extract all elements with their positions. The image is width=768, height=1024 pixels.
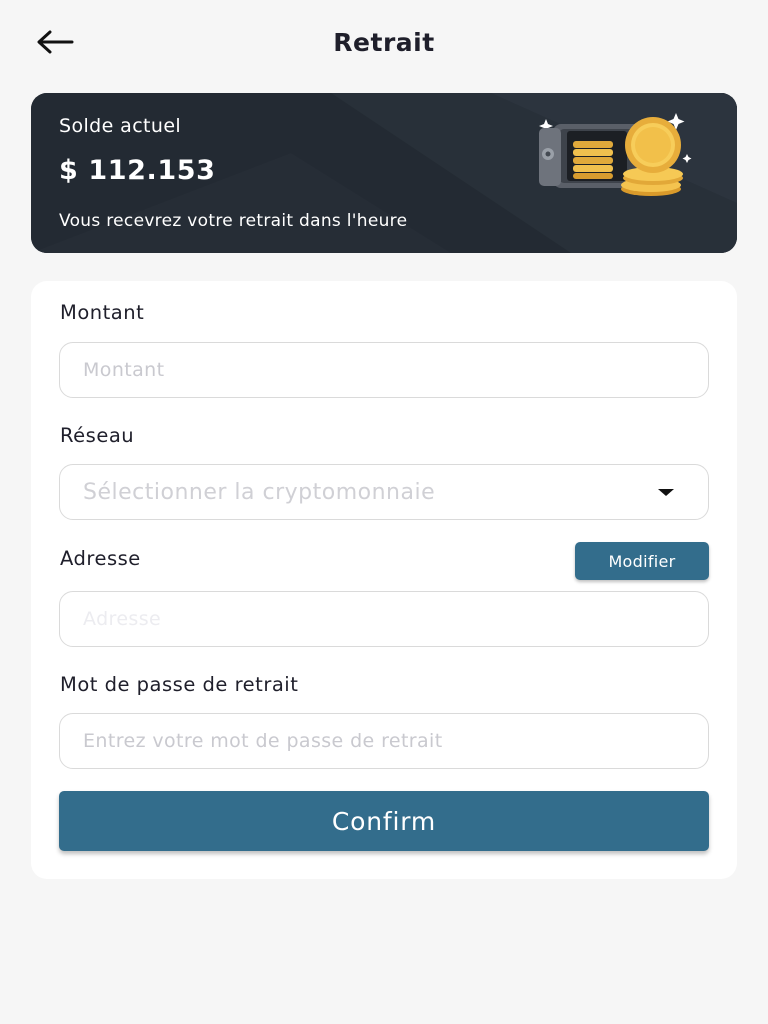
address-input[interactable]: [83, 608, 708, 630]
chevron-down-icon: [658, 489, 674, 496]
address-label: Adresse: [60, 547, 141, 570]
safe-with-coins-icon: [531, 109, 701, 208]
confirm-button[interactable]: Confirm: [59, 791, 709, 851]
page-title: Retrait: [333, 28, 435, 57]
amount-field[interactable]: [59, 342, 709, 398]
password-input[interactable]: [83, 730, 708, 752]
amount-label: Montant: [60, 301, 145, 324]
balance-note: Vous recevrez votre retrait dans l'heure: [59, 211, 408, 231]
app-header: Retrait: [0, 0, 768, 92]
network-select[interactable]: Sélectionner la cryptomonnaie: [59, 464, 709, 520]
balance-amount: $ 112.153: [59, 155, 216, 186]
password-field[interactable]: [59, 713, 709, 769]
balance-card: Solde actuel $ 112.153 Vous recevrez vot…: [31, 93, 737, 253]
network-select-placeholder: Sélectionner la cryptomonnaie: [83, 479, 436, 505]
network-label: Réseau: [60, 424, 135, 447]
amount-input[interactable]: [83, 359, 708, 381]
modify-address-button[interactable]: Modifier: [575, 542, 709, 580]
balance-label: Solde actuel: [59, 115, 182, 137]
withdrawal-form: Montant Réseau Sélectionner la cryptomon…: [31, 281, 737, 879]
password-label: Mot de passe de retrait: [60, 673, 299, 696]
address-field[interactable]: [59, 591, 709, 647]
